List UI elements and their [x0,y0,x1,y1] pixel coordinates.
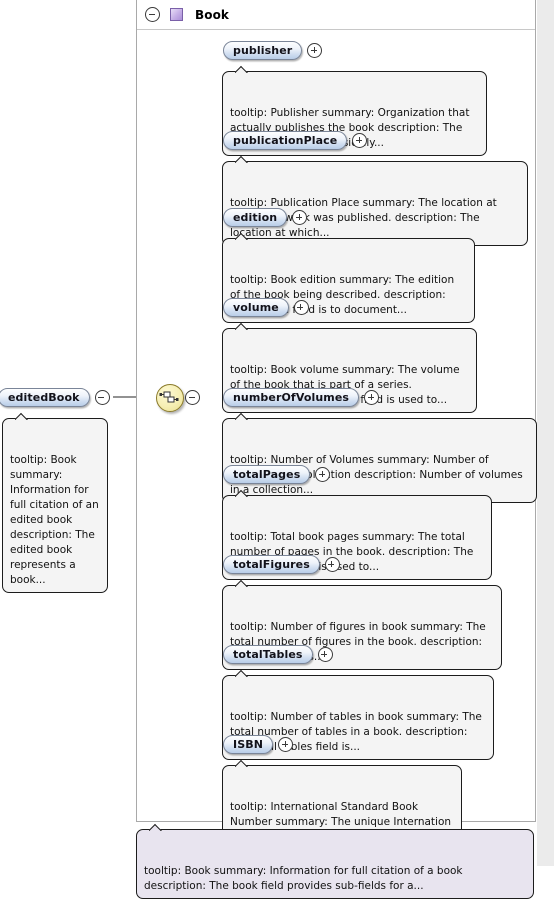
node-volume[interactable]: volume [223,298,309,317]
node-label-edition[interactable]: edition [223,208,288,227]
tooltip-tail [15,412,29,420]
node-label-publicationPlace[interactable]: publicationPlace [223,131,348,150]
tooltip-tail [235,759,249,767]
minus-circle-icon[interactable] [185,390,200,405]
tooltip-editedBook: tooltip: Book summary: Information for f… [2,418,108,593]
node-numberOfVolumes[interactable]: numberOfVolumes [223,388,380,407]
plus-circle-icon[interactable] [364,390,380,405]
tooltip-tail [149,823,163,831]
right-gutter [537,0,554,866]
minus-circle-icon[interactable] [145,7,160,22]
tooltip-tail [235,489,249,497]
minus-circle-icon[interactable] [94,390,110,405]
plus-circle-icon[interactable] [307,43,323,58]
tooltip-text: tooltip: Book summary: Information for f… [144,865,463,892]
sequence-node-icon[interactable] [156,384,184,412]
tooltip-publicationPlace: tooltip: Publication Place summary: The … [222,161,528,246]
tooltip-text: tooltip: Book summary: Information for f… [10,454,99,586]
node-totalFigures[interactable]: totalFigures [223,555,340,574]
plus-circle-icon[interactable] [352,133,368,148]
plus-circle-icon[interactable] [293,300,309,315]
sequence-glyph-icon [159,391,179,403]
node-publicationPlace[interactable]: publicationPlace [223,131,368,150]
tooltip-tail [235,412,249,420]
purple-element-icon [170,8,183,21]
node-label-volume[interactable]: volume [223,298,289,317]
plus-circle-icon[interactable] [315,467,331,482]
plus-circle-icon[interactable] [278,737,294,752]
tooltip-numberOfVolumes: tooltip: Number of Volumes summary: Numb… [222,418,537,503]
node-label-totalPages[interactable]: totalPages [223,465,311,484]
tooltip-tail [235,65,249,73]
tooltip-book-footer: tooltip: Book summary: Information for f… [136,829,534,899]
panel-header: Book [137,0,535,30]
node-totalTables[interactable]: totalTables [223,645,333,664]
node-edition[interactable]: edition [223,208,308,227]
node-totalPages[interactable]: totalPages [223,465,331,484]
node-label-totalTables[interactable]: totalTables [223,645,313,664]
node-label-ISBN[interactable]: ISBN [223,735,274,754]
page-title: Book [195,7,230,22]
tooltip-tail [235,155,249,163]
node-publisher[interactable]: publisher [223,41,323,60]
plus-circle-icon[interactable] [292,210,308,225]
plus-circle-icon[interactable] [317,647,333,662]
node-ISBN[interactable]: ISBN [223,735,294,754]
node-label-totalFigures[interactable]: totalFigures [223,555,320,574]
node-label-editedBook[interactable]: editedBook [0,388,90,407]
node-editedBook[interactable]: editedBook [0,388,110,407]
tooltip-tail [235,669,249,677]
plus-circle-icon[interactable] [324,557,340,572]
node-label-numberOfVolumes[interactable]: numberOfVolumes [223,388,360,407]
diagram-canvas: Book editedBook tooltip: Book summary: I… [0,0,554,899]
tooltip-tail [235,232,249,240]
tooltip-tail [235,322,249,330]
tooltip-tail [235,579,249,587]
node-label-publisher[interactable]: publisher [223,41,303,60]
